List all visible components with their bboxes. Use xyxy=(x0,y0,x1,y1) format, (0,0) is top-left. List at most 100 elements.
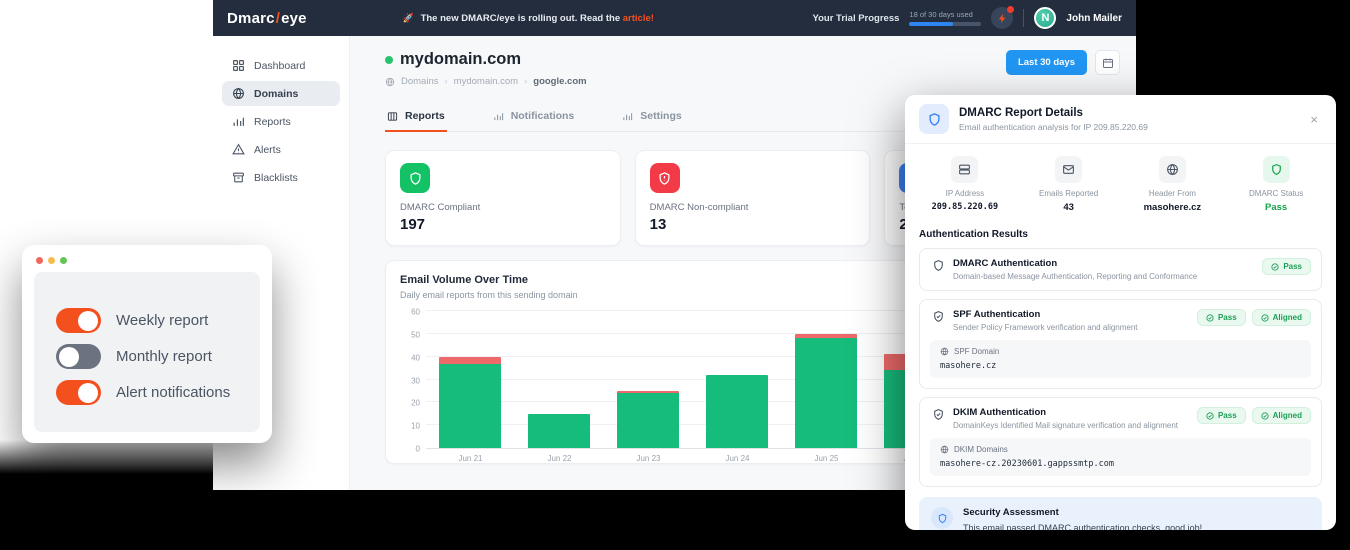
sidebar-item-alerts[interactable]: Alerts xyxy=(222,137,340,162)
globe-icon xyxy=(1159,156,1186,183)
sidebar-item-blacklists[interactable]: Blacklists xyxy=(222,165,340,190)
toggle-row-alerts: Alert notifications xyxy=(56,380,260,405)
stacked-bar[interactable] xyxy=(795,334,857,448)
trial-progress-fill xyxy=(909,22,952,26)
shield-icon xyxy=(932,259,945,272)
globe-icon xyxy=(385,77,395,87)
stacked-bar[interactable] xyxy=(706,375,768,448)
spf-auth-card: SPF Authentication Sender Policy Framewo… xyxy=(919,299,1322,389)
window-maximize-dot[interactable] xyxy=(60,257,67,264)
navbar-divider xyxy=(1023,9,1024,27)
auth-results-heading: Authentication Results xyxy=(919,229,1322,240)
window-close-dot[interactable] xyxy=(36,257,43,264)
domain-name: mydomain.com xyxy=(400,50,521,69)
check-circle-icon xyxy=(1271,263,1279,271)
toggle-knob xyxy=(78,383,98,403)
auth-card-title: SPF Authentication xyxy=(953,309,1138,320)
assessment-title: Security Assessment xyxy=(963,507,1202,518)
breadcrumb-separator: › xyxy=(445,76,448,87)
stacked-bar[interactable] xyxy=(617,391,679,448)
sidebar-item-label: Domains xyxy=(254,88,298,100)
bar-chart-icon xyxy=(622,111,633,122)
stat-card-noncompliant: DMARC Non-compliant 13 xyxy=(635,150,871,246)
stacked-bar[interactable] xyxy=(439,357,501,448)
window-traffic-lights xyxy=(34,255,260,272)
modal-stat-ip: IP Address 209.85.220.69 xyxy=(913,156,1017,213)
bar-segment-noncompliant xyxy=(439,357,501,364)
user-name[interactable]: John Mailer xyxy=(1066,13,1122,24)
close-icon[interactable]: × xyxy=(1306,110,1322,129)
alert-notifications-toggle[interactable] xyxy=(56,380,101,405)
bar-segment-compliant xyxy=(617,393,679,448)
auth-card-desc: Domain-based Message Authentication, Rep… xyxy=(953,272,1197,281)
shield-check-icon xyxy=(932,310,945,323)
bar-chart-icon xyxy=(493,111,504,122)
window-minimize-dot[interactable] xyxy=(48,257,55,264)
sidebar-item-label: Dashboard xyxy=(254,60,305,72)
dashboard-grid-icon xyxy=(232,59,245,72)
shield-check-icon xyxy=(400,163,430,193)
auth-card-title: DMARC Authentication xyxy=(953,258,1197,269)
tab-reports[interactable]: Reports xyxy=(385,103,447,132)
toggle-label: Weekly report xyxy=(116,312,208,329)
detail-label: SPF Domain xyxy=(954,347,999,356)
breadcrumb-middle[interactable]: mydomain.com xyxy=(454,76,518,87)
modal-stat-label: Emails Reported xyxy=(1039,189,1098,198)
x-tick-label: Jun 24 xyxy=(693,454,782,463)
sidebar-item-domains[interactable]: Domains xyxy=(222,81,340,106)
stat-label: DMARC Non-compliant xyxy=(650,202,856,213)
security-assessment-box: Security Assessment This email passed DM… xyxy=(919,497,1322,530)
pass-badge: Pass xyxy=(1262,258,1311,275)
breadcrumb-current: google.com xyxy=(533,76,586,87)
announcement-article-link[interactable]: article xyxy=(623,13,651,24)
modal-title: DMARC Report Details xyxy=(959,107,1148,119)
y-tick-label: 0 xyxy=(416,445,420,454)
breadcrumb-root[interactable]: Domains xyxy=(401,76,439,87)
weekly-report-toggle[interactable] xyxy=(56,308,101,333)
notifications-button[interactable] xyxy=(991,7,1013,29)
stat-value: 197 xyxy=(400,216,606,233)
app-logo[interactable]: Dmarc/eye xyxy=(227,10,307,27)
bar-segment-compliant xyxy=(795,338,857,448)
modal-stat-dmarc-status: DMARC Status Pass xyxy=(1224,156,1328,213)
tab-notifications[interactable]: Notifications xyxy=(491,103,577,132)
modal-stat-emails: Emails Reported 43 xyxy=(1017,156,1121,213)
calendar-icon xyxy=(1102,57,1114,69)
sidebar-item-reports[interactable]: Reports xyxy=(222,109,340,134)
toggles-group: Weekly report Monthly report Alert notif… xyxy=(34,272,260,432)
avatar-letter: N xyxy=(1041,12,1049,24)
report-columns-icon xyxy=(387,111,398,122)
modal-stats-row: IP Address 209.85.220.69 Emails Reported… xyxy=(905,144,1336,223)
check-circle-icon xyxy=(1206,314,1214,322)
date-range-button[interactable]: Last 30 days xyxy=(1006,50,1087,75)
x-tick-label: Jun 22 xyxy=(515,454,604,463)
modal-stat-value: 209.85.220.69 xyxy=(932,202,999,212)
dmarc-auth-card: DMARC Authentication Domain-based Messag… xyxy=(919,248,1322,291)
stacked-bar[interactable] xyxy=(528,414,590,448)
stage: Dmarc/eye 🚀 The new DMARC/eye is rolling… xyxy=(0,0,1350,550)
tab-settings[interactable]: Settings xyxy=(620,103,683,132)
check-circle-icon xyxy=(1261,314,1269,322)
backdrop-fade xyxy=(0,440,213,474)
mail-icon xyxy=(1055,156,1082,183)
sidebar-item-label: Alerts xyxy=(254,144,281,156)
chart-column xyxy=(426,312,515,448)
navbar-right: Your Trial Progress 18 of 30 days used N… xyxy=(812,7,1122,29)
avatar[interactable]: N xyxy=(1034,7,1056,29)
sidebar-item-dashboard[interactable]: Dashboard xyxy=(222,53,340,78)
top-navbar: Dmarc/eye 🚀 The new DMARC/eye is rolling… xyxy=(213,0,1136,36)
dmarc-report-details-modal: DMARC Report Details Email authenticatio… xyxy=(905,95,1336,530)
stat-card-compliant: DMARC Compliant 197 xyxy=(385,150,621,246)
toggle-label: Monthly report xyxy=(116,348,212,365)
modal-stat-value: masohere.cz xyxy=(1144,202,1202,213)
breadcrumb-separator: › xyxy=(524,76,527,87)
calendar-button[interactable] xyxy=(1095,50,1120,75)
bar-chart-icon xyxy=(232,115,245,128)
monthly-report-toggle[interactable] xyxy=(56,344,101,369)
pass-badge: Pass xyxy=(1197,309,1246,326)
domain-status-dot xyxy=(385,56,393,64)
chart-plot xyxy=(426,312,960,449)
toggle-row-weekly: Weekly report xyxy=(56,308,260,333)
y-tick-label: 40 xyxy=(411,353,420,362)
dkim-domains-box: DKIM Domains masohere-cz.20230601.gappss… xyxy=(930,438,1311,476)
